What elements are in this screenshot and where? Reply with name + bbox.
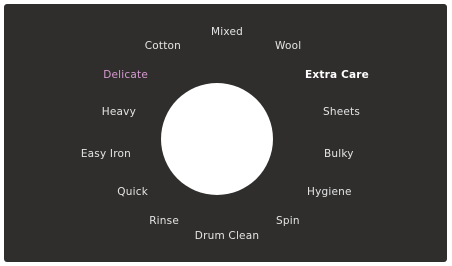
program-hygiene[interactable]: Hygiene — [307, 186, 352, 198]
program-quick[interactable]: Quick — [117, 186, 148, 198]
program-cotton[interactable]: Cotton — [145, 40, 181, 52]
program-delicate[interactable]: Delicate — [103, 69, 148, 81]
program-spin[interactable]: Spin — [276, 215, 300, 227]
program-wool[interactable]: Wool — [275, 40, 301, 52]
program-easy-iron[interactable]: Easy Iron — [81, 148, 131, 160]
program-extra-care[interactable]: Extra Care — [305, 69, 369, 81]
program-bulky[interactable]: Bulky — [324, 148, 354, 160]
program-sheets[interactable]: Sheets — [323, 106, 360, 118]
program-drum-clean[interactable]: Drum Clean — [195, 230, 259, 242]
program-rinse[interactable]: Rinse — [149, 215, 179, 227]
program-selector-dial[interactable] — [161, 83, 273, 195]
program-heavy[interactable]: Heavy — [102, 106, 136, 118]
program-mixed[interactable]: Mixed — [211, 26, 243, 38]
